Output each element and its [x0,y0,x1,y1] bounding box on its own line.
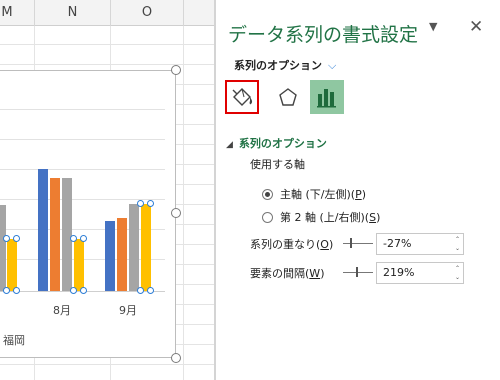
overlap-label: 系列の重なり(O) [250,238,334,251]
effects-tab[interactable] [271,80,305,114]
section-series-options[interactable]: ◢ 系列のオプション [226,135,327,151]
series-options-dropdown[interactable]: 系列のオプション ⌵ [234,57,336,73]
bar[interactable] [74,239,84,291]
bar[interactable] [62,178,72,291]
gap-width-spinner[interactable]: 219% ⌃ ⌄ [376,262,464,284]
selection-handle[interactable] [137,200,144,207]
bar[interactable] [105,221,115,291]
chart-area[interactable]: 8月 9月 福岡 [0,70,176,358]
overlap-slider-thumb[interactable] [350,238,352,248]
fill-line-tab[interactable] [225,80,259,114]
chevron-down-icon: ⌵ [328,59,337,72]
resize-handle[interactable] [171,353,181,363]
series-options-tab[interactable] [310,80,344,114]
format-data-series-pane: データ系列の書式設定 ▼ ✕ 系列のオプション ⌵ ◢ 系列のオプション 使用する軸… [216,0,500,380]
section-title: 系列のオプション [238,137,327,150]
overlap-value: -27% [383,237,412,250]
selection-handle[interactable] [80,287,87,294]
bar[interactable] [38,169,48,291]
bar-chart-icon [317,89,336,108]
column-headers: M N O [0,0,214,26]
pane-title: データ系列の書式設定 [228,24,419,46]
pane-options-icon[interactable]: ▼ [429,20,437,33]
axis-label-august: 8月 [53,304,71,317]
radio-primary-label: 主軸 (下/左側)(P) [280,188,367,201]
resize-handle[interactable] [171,208,181,218]
selection-handle[interactable] [70,235,77,242]
radio-secondary-label: 第 2 軸 (上/右側)(S) [280,211,381,224]
gap-width-value: 219% [383,266,415,279]
bar[interactable] [7,239,17,291]
spin-arrows-icon[interactable]: ⌃ ⌄ [455,235,460,253]
bar[interactable] [129,204,139,291]
selection-handle[interactable] [147,200,154,207]
spin-arrows-icon[interactable]: ⌃ ⌄ [455,264,460,282]
collapse-icon: ◢ [226,140,233,150]
axis-group-label: 使用する軸 [250,158,305,171]
bar[interactable] [0,205,6,291]
bar[interactable] [141,204,151,291]
selection-handle[interactable] [70,287,77,294]
overlap-slider[interactable] [343,243,373,244]
selection-handle[interactable] [80,235,87,242]
overlap-spinner[interactable]: -27% ⌃ ⌄ [376,233,464,255]
column-header-m[interactable]: M [0,0,35,26]
axis-label-september: 9月 [119,304,137,317]
resize-handle[interactable] [171,65,181,75]
series-options-dropdown-label: 系列のオプション [234,59,322,72]
gap-width-slider-thumb[interactable] [356,267,358,277]
column-header-o[interactable]: O [111,0,184,26]
selection-handle[interactable] [3,235,10,242]
pentagon-icon [279,88,297,106]
radio-primary-axis[interactable]: 主軸 (下/左側)(P) [262,186,366,202]
radio-secondary-axis[interactable]: 第 2 軸 (上/右側)(S) [262,209,380,225]
paint-bucket-icon [232,88,253,106]
selection-handle[interactable] [147,287,154,294]
column-header-n[interactable]: N [35,0,111,26]
radio-button[interactable] [262,188,273,200]
legend-entry: 福岡 [3,334,25,347]
selection-handle[interactable] [13,287,20,294]
gap-width-slider[interactable] [343,272,373,273]
bar[interactable] [117,218,127,291]
selection-handle[interactable] [13,235,20,242]
bar[interactable] [50,178,60,291]
gap-width-label: 要素の間隔(W) [250,267,325,280]
radio-button[interactable] [262,211,273,223]
worksheet: M N O 8月 9月 福岡 [0,0,214,380]
selection-handle[interactable] [3,287,10,294]
selection-handle[interactable] [137,287,144,294]
close-icon[interactable]: ✕ [469,17,483,37]
